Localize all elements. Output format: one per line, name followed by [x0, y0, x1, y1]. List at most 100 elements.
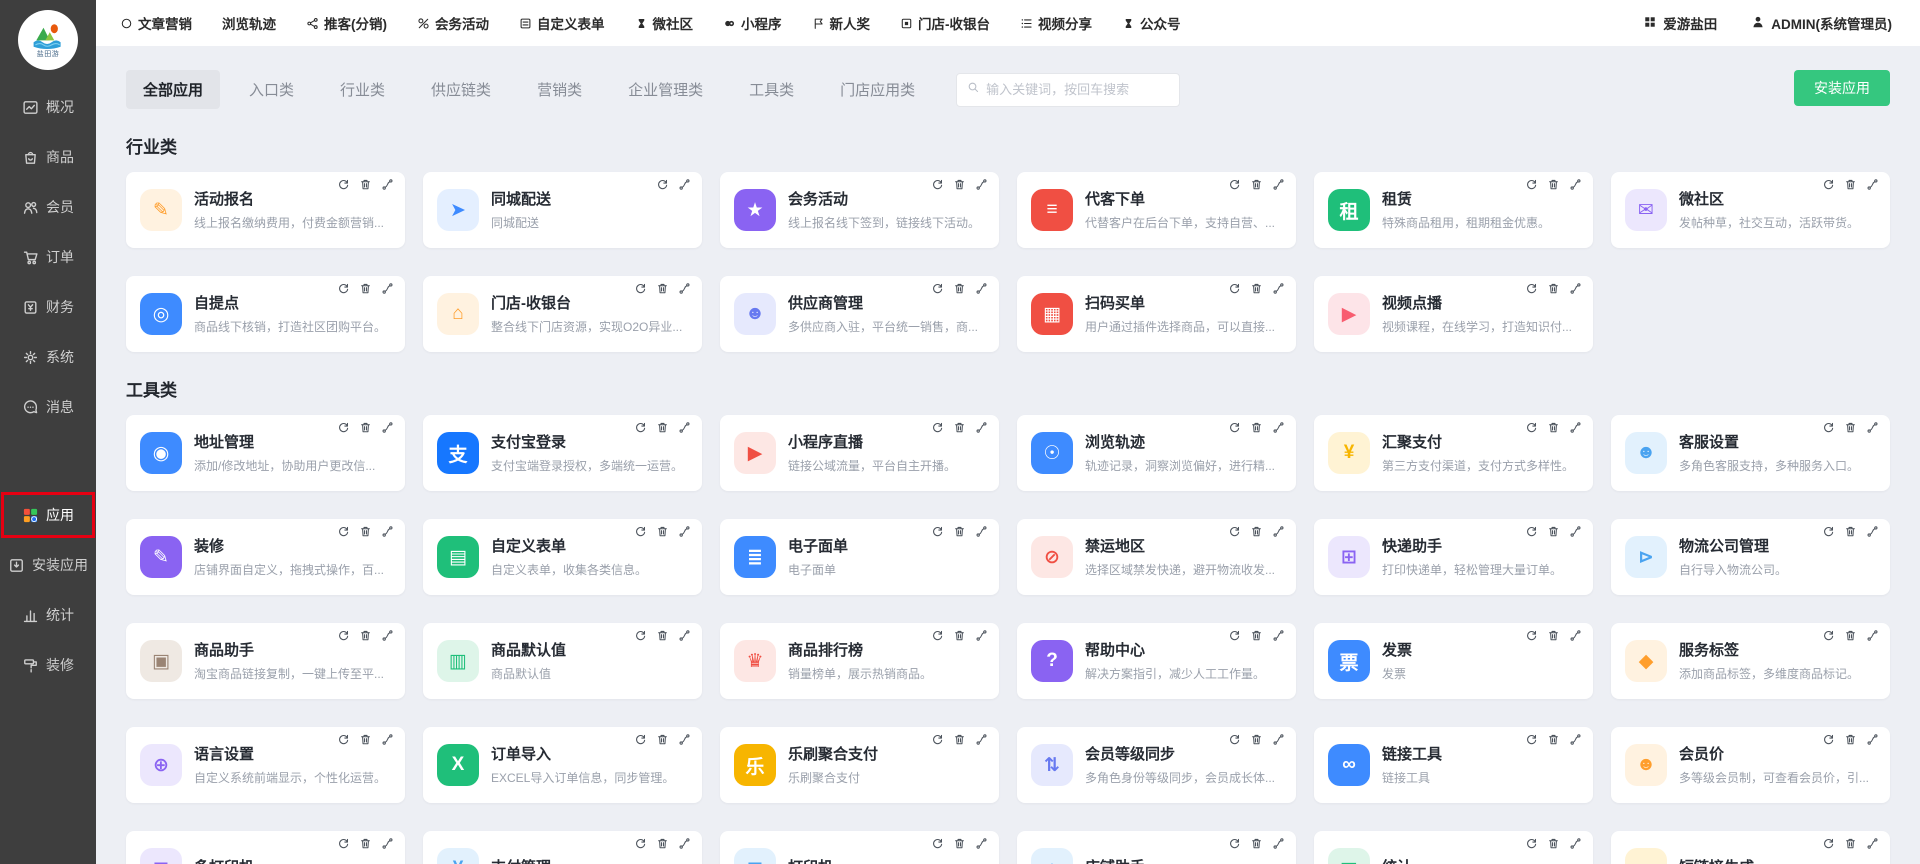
link-curve-icon[interactable]	[678, 733, 691, 746]
refresh-icon[interactable]	[1228, 282, 1241, 295]
app-card[interactable]: ◆ 服务标签 添加商品标签，多维度商品标记。	[1611, 623, 1890, 699]
delete-icon[interactable]	[953, 733, 966, 746]
refresh-icon[interactable]	[1525, 282, 1538, 295]
app-card[interactable]: ➤ 同城配送 同城配送	[423, 172, 702, 248]
link-curve-icon[interactable]	[975, 733, 988, 746]
delete-icon[interactable]	[1547, 178, 1560, 191]
delete-icon[interactable]	[1250, 282, 1263, 295]
refresh-icon[interactable]	[634, 525, 647, 538]
refresh-icon[interactable]	[634, 421, 647, 434]
delete-icon[interactable]	[1250, 733, 1263, 746]
delete-icon[interactable]	[1250, 837, 1263, 850]
app-card[interactable]: 支 支付宝登录 支付宝端登录授权，多端统一运营。	[423, 415, 702, 491]
refresh-icon[interactable]	[634, 837, 647, 850]
delete-icon[interactable]	[1844, 733, 1857, 746]
app-card[interactable]: ⌂ 店铺助手	[1017, 831, 1296, 864]
refresh-icon[interactable]	[1228, 421, 1241, 434]
link-curve-icon[interactable]	[1569, 525, 1582, 538]
app-card[interactable]: ☉ 浏览轨迹 轨迹记录，洞察浏览偏好，进行精...	[1017, 415, 1296, 491]
refresh-icon[interactable]	[1525, 525, 1538, 538]
refresh-icon[interactable]	[337, 282, 350, 295]
refresh-icon[interactable]	[931, 421, 944, 434]
refresh-icon[interactable]	[1822, 837, 1835, 850]
link-curve-icon[interactable]	[381, 733, 394, 746]
link-curve-icon[interactable]	[381, 421, 394, 434]
refresh-icon[interactable]	[337, 178, 350, 191]
topnav-item-0[interactable]: 文章营销	[120, 13, 192, 33]
refresh-icon[interactable]	[1228, 837, 1241, 850]
app-card[interactable]: ◎ 自提点 商品线下核销，打造社区团购平台。	[126, 276, 405, 352]
delete-icon[interactable]	[953, 837, 966, 850]
refresh-icon[interactable]	[337, 629, 350, 642]
app-card[interactable]: ▤ 自定义表单 自定义表单，收集各类信息。	[423, 519, 702, 595]
refresh-icon[interactable]	[931, 282, 944, 295]
delete-icon[interactable]	[1547, 733, 1560, 746]
filter-tab[interactable]: 供应链类	[414, 70, 508, 109]
topnav-item-9[interactable]: 视频分享	[1020, 13, 1092, 33]
refresh-icon[interactable]	[931, 525, 944, 538]
refresh-icon[interactable]	[634, 282, 647, 295]
delete-icon[interactable]	[656, 525, 669, 538]
refresh-icon[interactable]	[1228, 178, 1241, 191]
link-curve-icon[interactable]	[678, 837, 691, 850]
app-card[interactable]: ∞ 链接工具 链接工具	[1314, 727, 1593, 803]
link-curve-icon[interactable]	[975, 837, 988, 850]
sidebar-item-orders[interactable]: 订单	[0, 232, 96, 282]
refresh-icon[interactable]	[931, 837, 944, 850]
app-card[interactable]: ▣ 商品助手 淘宝商品链接复制，一键上传至平...	[126, 623, 405, 699]
link-curve-icon[interactable]	[1569, 837, 1582, 850]
app-card[interactable]: ≡ 代客下单 代替客户在后台下单，支持自营、...	[1017, 172, 1296, 248]
link-curve-icon[interactable]	[1569, 629, 1582, 642]
delete-icon[interactable]	[656, 421, 669, 434]
filter-tab[interactable]: 入口类	[232, 70, 311, 109]
refresh-icon[interactable]	[931, 629, 944, 642]
refresh-icon[interactable]	[1525, 178, 1538, 191]
delete-icon[interactable]	[953, 178, 966, 191]
delete-icon[interactable]	[953, 525, 966, 538]
delete-icon[interactable]	[1250, 525, 1263, 538]
app-card[interactable]: ▦ 扫码买单 用户通过插件选择商品，可以直接...	[1017, 276, 1296, 352]
link-curve-icon[interactable]	[1866, 629, 1879, 642]
link-curve-icon[interactable]	[678, 525, 691, 538]
topnav-item-7[interactable]: 新人奖	[812, 13, 871, 33]
link-curve-icon[interactable]	[1272, 733, 1285, 746]
link-curve-icon[interactable]	[678, 629, 691, 642]
app-card[interactable]: ⊳ 物流公司管理 自行导入物流公司。	[1611, 519, 1890, 595]
refresh-icon[interactable]	[1228, 733, 1241, 746]
app-card[interactable]: ✉ 微社区 发帖种草，社交互动，活跃带货。	[1611, 172, 1890, 248]
delete-icon[interactable]	[656, 282, 669, 295]
refresh-icon[interactable]	[1822, 421, 1835, 434]
link-curve-icon[interactable]	[1272, 421, 1285, 434]
delete-icon[interactable]	[656, 837, 669, 850]
topnav-item-2[interactable]: 推客(分销)	[306, 13, 387, 33]
app-card[interactable]: 租 租赁 特殊商品租用，租期租金优惠。	[1314, 172, 1593, 248]
app-card[interactable]: ⇅ 会员等级同步 多角色身份等级同步，会员成长体...	[1017, 727, 1296, 803]
delete-icon[interactable]	[1844, 629, 1857, 642]
delete-icon[interactable]	[953, 421, 966, 434]
delete-icon[interactable]	[359, 282, 372, 295]
filter-tab[interactable]: 营销类	[520, 70, 599, 109]
refresh-icon[interactable]	[1525, 421, 1538, 434]
delete-icon[interactable]	[359, 629, 372, 642]
refresh-icon[interactable]	[1228, 525, 1241, 538]
link-curve-icon[interactable]	[381, 629, 394, 642]
link-curve-icon[interactable]	[678, 282, 691, 295]
app-card[interactable]: ¥ 支付管理	[423, 831, 702, 864]
search-input[interactable]	[986, 82, 1169, 97]
delete-icon[interactable]	[656, 629, 669, 642]
delete-icon[interactable]	[359, 837, 372, 850]
app-card[interactable]: ∞ 短链接生成	[1611, 831, 1890, 864]
link-curve-icon[interactable]	[678, 178, 691, 191]
link-curve-icon[interactable]	[678, 421, 691, 434]
topnav-item-10[interactable]: 公众号	[1122, 13, 1181, 33]
link-curve-icon[interactable]	[381, 525, 394, 538]
filter-tab[interactable]: 工具类	[732, 70, 811, 109]
delete-icon[interactable]	[953, 629, 966, 642]
delete-icon[interactable]	[359, 525, 372, 538]
app-card[interactable]: ▥ 统计	[1314, 831, 1593, 864]
refresh-icon[interactable]	[337, 421, 350, 434]
refresh-icon[interactable]	[656, 178, 669, 191]
refresh-icon[interactable]	[337, 837, 350, 850]
delete-icon[interactable]	[1844, 178, 1857, 191]
delete-icon[interactable]	[656, 733, 669, 746]
